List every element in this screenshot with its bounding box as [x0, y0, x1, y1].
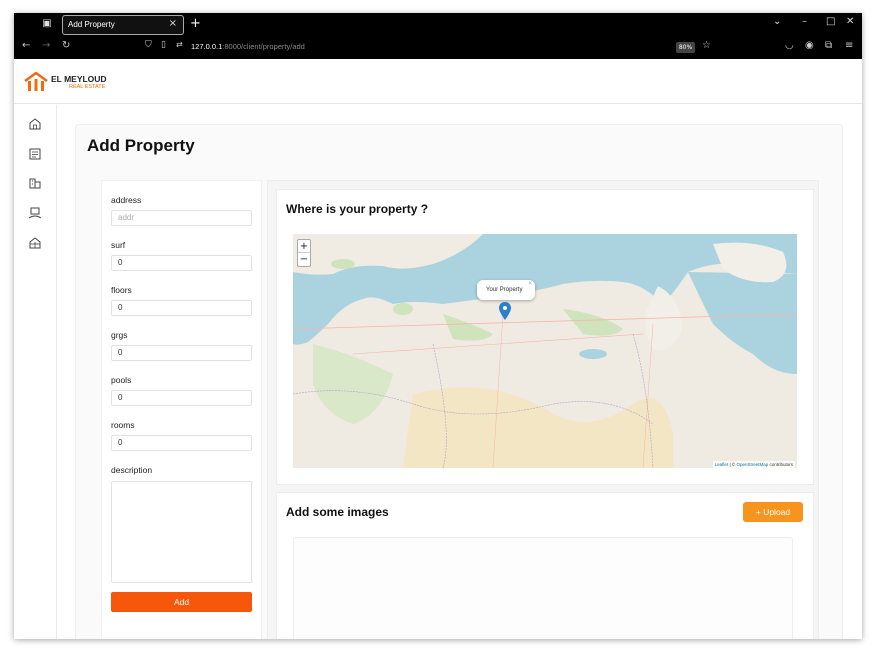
popup-text: Your Property [486, 287, 523, 293]
zoom-in-button[interactable]: + [298, 240, 310, 253]
floors-input[interactable]: 0 [111, 300, 252, 316]
upload-button[interactable]: + Upload [743, 502, 803, 522]
map-popup: Your Property × [477, 280, 535, 300]
page-title: Add Property [87, 136, 195, 155]
osm-link[interactable]: OpenStreetMap [736, 462, 768, 467]
menu-icon[interactable]: ≡ [845, 40, 853, 51]
pocket-icon[interactable]: ◡ [785, 40, 794, 51]
map-zoom-control: + − [297, 239, 311, 267]
tab-active[interactable]: Add Property × [62, 15, 184, 35]
image-dropzone[interactable] [293, 537, 793, 639]
buildings-icon[interactable] [28, 176, 42, 190]
zoom-out-button[interactable]: − [298, 253, 310, 266]
description-textarea[interactable] [111, 481, 252, 583]
tab-close-icon[interactable]: × [169, 18, 177, 29]
nav-bar: ← → ↻ ⛉ ▯ ⇄ 127.0.0.1:8000/client/proper… [14, 37, 862, 59]
tab-title: Add Property [68, 20, 115, 29]
logo-icon [24, 72, 48, 91]
permissions-icon[interactable]: ⇄ [176, 40, 183, 49]
floors-label: floors [111, 285, 132, 295]
map-marker-icon[interactable] [499, 302, 511, 320]
extensions-icon[interactable]: ⧉ [825, 40, 832, 51]
listings-icon[interactable] [28, 147, 42, 161]
address-label: address [111, 195, 142, 205]
description-label: description [111, 465, 153, 475]
minimize-icon[interactable]: – [802, 16, 807, 27]
tab-list-icon[interactable]: ▣ [41, 18, 53, 30]
brand-name: EL MEYLOUD [51, 74, 107, 84]
leaflet-link[interactable]: Leaflet [715, 462, 729, 467]
tab-bar: ▣ Add Property × + ⌄ – □ ✕ [14, 13, 862, 37]
url-path: :8000/client/property/add [222, 42, 305, 51]
surf-label: surf [111, 240, 126, 250]
map-card: Where is your property ? + − Your Proper… [276, 189, 814, 485]
right-column: Where is your property ? + − Your Proper… [267, 180, 819, 639]
new-tab-button[interactable]: + [190, 16, 201, 32]
property-form: address addr surf 0 floors 0 grgs 0 pool… [101, 180, 262, 639]
url-host: 127.0.0.1 [191, 42, 223, 51]
attribution-suffix: contributors [769, 462, 793, 467]
content-panel: Add Property address addr surf 0 floors … [75, 124, 843, 639]
page-icon[interactable]: ▯ [161, 40, 166, 50]
pools-input[interactable]: 0 [111, 390, 252, 406]
address-input[interactable]: addr [111, 210, 252, 226]
images-card: Add some images + Upload [276, 492, 814, 639]
close-window-icon[interactable]: ✕ [846, 16, 854, 27]
maximize-icon[interactable]: □ [826, 16, 835, 27]
location-map[interactable]: + − Your Property × Leaflet | © OpenStre… [293, 234, 797, 468]
popup-close-icon[interactable]: × [528, 274, 532, 294]
house-box-icon[interactable] [28, 236, 42, 250]
map-section-title: Where is your property ? [286, 202, 429, 216]
browser-window: ▣ Add Property × + ⌄ – □ ✕ ← → ↻ ⛉ ▯ ⇄ 1… [14, 13, 862, 639]
home-icon[interactable] [28, 117, 42, 131]
map-attribution: Leaflet | © OpenStreetMap contributors [712, 461, 795, 468]
brand-subtitle: REAL ESTATE [69, 84, 106, 90]
page: EL MEYLOUD REAL ESTATE Add Property addr… [14, 59, 862, 639]
agent-desk-icon[interactable] [28, 206, 42, 220]
pools-label: pools [111, 375, 132, 385]
map-tiles [293, 234, 797, 468]
reload-icon[interactable]: ↻ [62, 40, 70, 51]
zoom-indicator[interactable]: 80% [676, 42, 695, 53]
add-button[interactable]: Add [111, 592, 252, 612]
app-header: EL MEYLOUD REAL ESTATE [14, 59, 862, 104]
account-icon[interactable]: ◉ [805, 40, 814, 51]
grgs-input[interactable]: 0 [111, 345, 252, 361]
chevron-down-icon[interactable]: ⌄ [773, 16, 781, 27]
sidebar [14, 105, 57, 639]
grgs-label: grgs [111, 330, 128, 340]
shield-icon[interactable]: ⛉ [145, 40, 152, 50]
rooms-label: rooms [111, 420, 135, 430]
rooms-input[interactable]: 0 [111, 435, 252, 451]
bookmark-star-icon[interactable]: ☆ [702, 40, 711, 51]
forward-icon[interactable]: → [42, 40, 50, 51]
images-section-title: Add some images [286, 505, 389, 519]
surf-input[interactable]: 0 [111, 255, 252, 271]
back-icon[interactable]: ← [22, 40, 30, 51]
url-bar[interactable]: 127.0.0.1:8000/client/property/add [191, 42, 305, 51]
